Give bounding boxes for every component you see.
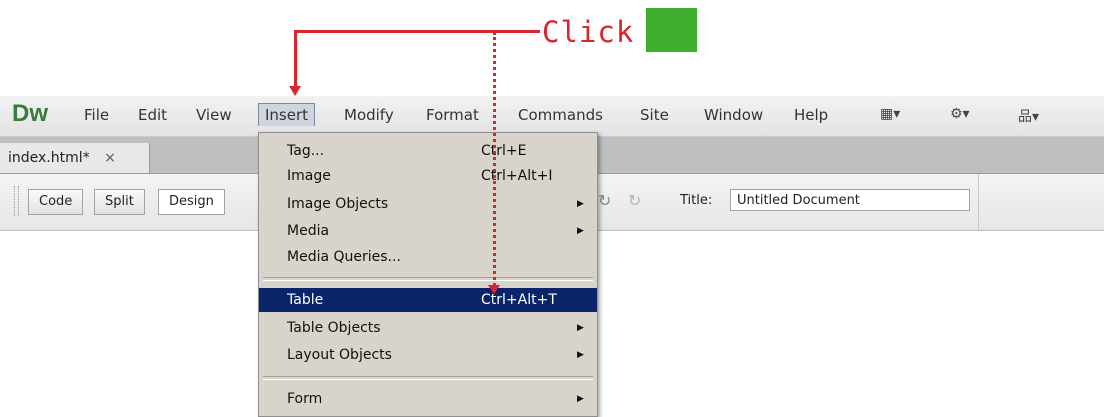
annotation-arrowhead [289, 86, 301, 96]
annotation-line-vertical [294, 30, 297, 90]
close-icon[interactable]: × [104, 150, 116, 166]
menu-item-table[interactable]: Table Ctrl+Alt+T [259, 288, 597, 312]
menu-format[interactable]: Format [420, 104, 485, 126]
title-input[interactable]: Untitled Document [730, 189, 970, 211]
submenu-arrow-icon: ▶ [577, 199, 584, 209]
refresh-icon[interactable]: ↻ [598, 191, 611, 210]
layout-icon[interactable]: ▦▾ [880, 106, 900, 122]
menubar: Dw File Edit View Insert Modify Format C… [0, 96, 1104, 137]
menu-item-media-queries[interactable]: Media Queries... [259, 245, 597, 269]
click-annotation-label: Click [540, 8, 637, 56]
annotation-green-marker [646, 8, 697, 52]
dreamweaver-logo: Dw [12, 100, 48, 127]
insert-menu-dropdown: Tag... Ctrl+E Image Ctrl+Alt+I Image Obj… [258, 132, 598, 417]
menu-item-image[interactable]: Image Ctrl+Alt+I [259, 164, 597, 188]
menu-separator [263, 376, 593, 380]
menu-item-form[interactable]: Form ▶ [259, 387, 597, 411]
menu-view[interactable]: View [190, 104, 238, 126]
menu-help[interactable]: Help [788, 104, 834, 126]
menu-item-image-objects[interactable]: Image Objects ▶ [259, 192, 597, 216]
document-tab[interactable]: index.html* × [0, 143, 150, 173]
document-tab-label: index.html* [8, 150, 90, 166]
title-label: Title: [680, 193, 713, 208]
annotation-area: Click [0, 0, 1104, 90]
submenu-arrow-icon: ▶ [577, 226, 584, 236]
submenu-arrow-icon: ▶ [577, 323, 584, 333]
toolbar-divider [978, 174, 979, 230]
menu-window[interactable]: Window [698, 104, 769, 126]
toolbar-grip-icon[interactable] [14, 186, 19, 216]
menu-item-tag[interactable]: Tag... Ctrl+E [259, 139, 597, 163]
sitemap-icon[interactable]: 品▾ [1018, 106, 1039, 126]
menu-commands[interactable]: Commands [512, 104, 609, 126]
menu-item-table-objects[interactable]: Table Objects ▶ [259, 316, 597, 340]
gear-icon[interactable]: ⚙▾ [950, 106, 970, 122]
menu-item-media[interactable]: Media ▶ [259, 219, 597, 243]
design-view-button[interactable]: Design [158, 189, 225, 215]
annotation-dotted-arrowhead [488, 285, 500, 294]
menu-separator [263, 277, 593, 281]
split-view-button[interactable]: Split [94, 189, 145, 215]
submenu-arrow-icon: ▶ [577, 350, 584, 360]
menu-site[interactable]: Site [634, 104, 675, 126]
menu-file[interactable]: File [78, 104, 115, 126]
menu-modify[interactable]: Modify [338, 104, 400, 126]
refresh-disabled-icon[interactable]: ↻ [628, 191, 641, 210]
menu-item-layout-objects[interactable]: Layout Objects ▶ [259, 343, 597, 367]
submenu-arrow-icon: ▶ [577, 394, 584, 404]
menu-edit[interactable]: Edit [132, 104, 173, 126]
menu-insert[interactable]: Insert [258, 103, 316, 126]
annotation-line [294, 30, 540, 33]
annotation-dotted-line [493, 32, 496, 292]
code-view-button[interactable]: Code [28, 189, 84, 215]
